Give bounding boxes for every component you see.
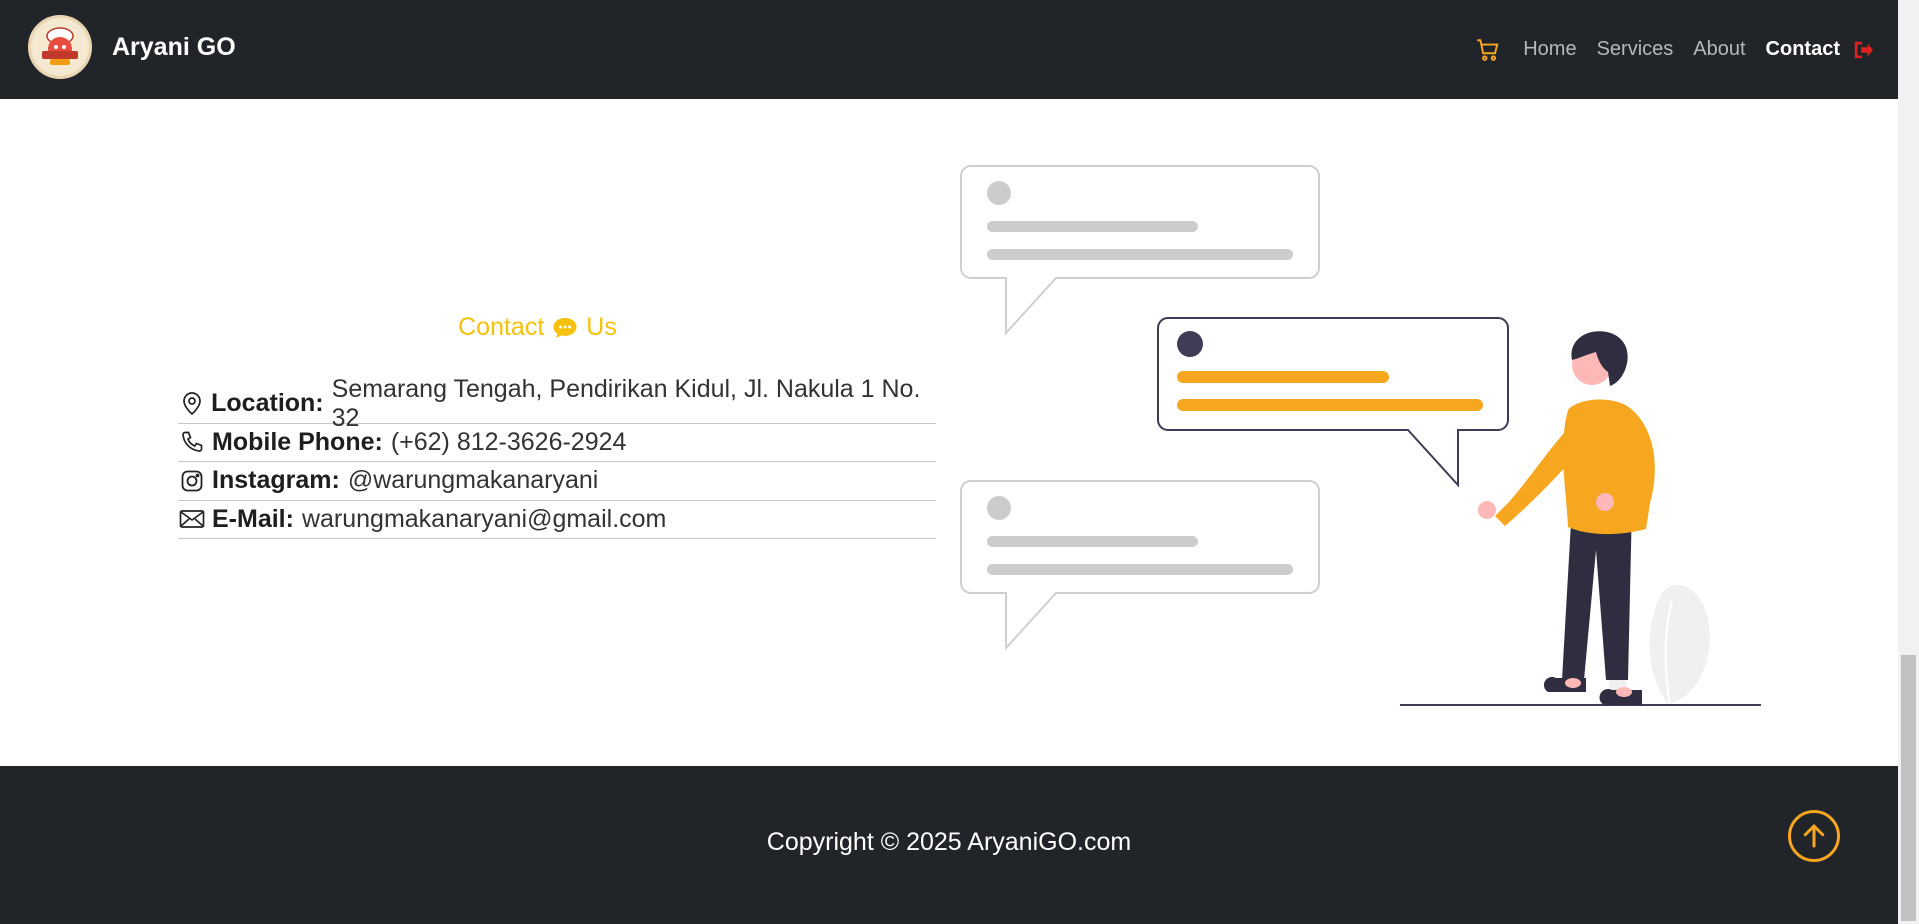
contact-email-row: E-Mail: warungmakanaryani@gmail.com: [178, 501, 936, 539]
nav-link-home[interactable]: Home: [1523, 38, 1576, 61]
arrow-up-icon: [1803, 824, 1825, 848]
location-value: Semarang Tengah, Pendirikan Kidul, Jl. N…: [331, 374, 921, 432]
nav-link-about[interactable]: About: [1693, 38, 1745, 61]
back-to-top-button[interactable]: [1788, 810, 1840, 862]
phone-value: (+62) 812-3626-2924: [390, 427, 627, 456]
contact-location-row: Location: Semarang Tengah, Pendirikan Ki…: [178, 375, 936, 432]
location-label: Location:: [211, 389, 324, 418]
speech-bubble-icon: [553, 317, 577, 338]
logout-button[interactable]: [1852, 40, 1874, 60]
instagram-value: @warungmakanaryani: [347, 466, 599, 495]
phone-icon: [178, 428, 206, 456]
contact-illustration: [960, 165, 1761, 706]
brand-logo[interactable]: [28, 15, 92, 79]
phone-label: Mobile Phone:: [212, 427, 383, 456]
brand[interactable]: Aryani GO: [28, 15, 236, 79]
chef-logo-icon: [33, 20, 87, 74]
contact-info-list: Location: Semarang Tengah, Pendirikan Ki…: [178, 375, 936, 539]
chat-bubble-top: [960, 165, 1320, 336]
map-pin-icon: [178, 390, 205, 418]
brand-name[interactable]: Aryani GO: [112, 33, 236, 62]
navbar: Aryani GO Home Services About Contact: [0, 0, 1898, 99]
sign-out-icon: [1854, 41, 1873, 58]
nav-link-contact[interactable]: Contact: [1766, 38, 1840, 61]
email-label: E-Mail:: [212, 504, 294, 533]
instagram-label: Instagram:: [212, 466, 340, 495]
envelope-icon: [178, 505, 206, 533]
contact-instagram-row: Instagram: @warungmakanaryani: [178, 462, 936, 501]
chat-bubble-highlight: [1157, 317, 1509, 488]
footer-copyright: Copyright © 2025 AryaniGO.com: [766, 828, 1132, 856]
instagram-icon: [178, 467, 206, 495]
page-scrollbar[interactable]: [1898, 0, 1919, 924]
contact-title-part2: Us: [586, 313, 617, 341]
contact-title-part1: Contact: [458, 313, 545, 341]
page: Aryani GO Home Services About Contact Co…: [0, 0, 1919, 924]
scrollbar-thumb[interactable]: [1901, 655, 1916, 921]
nav-links: Home Services About Contact: [1475, 0, 1874, 99]
shopping-cart-icon: [1477, 38, 1499, 61]
nav-link-services[interactable]: Services: [1597, 38, 1674, 61]
cart-button[interactable]: [1475, 37, 1501, 63]
email-value: warungmakanaryani@gmail.com: [301, 504, 667, 533]
contact-title: Contact Us: [0, 313, 1075, 342]
chat-bubble-bottom: [960, 480, 1320, 651]
